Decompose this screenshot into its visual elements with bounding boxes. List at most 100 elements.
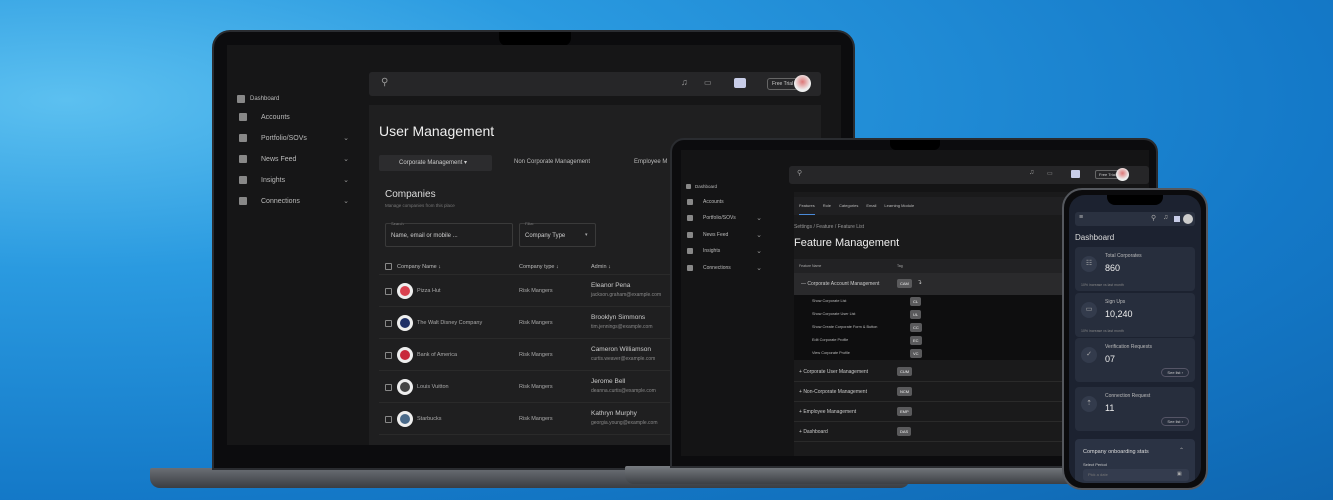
feature-name: Corporate User Management: [803, 369, 869, 375]
tab-learning-module[interactable]: Learning Module: [884, 203, 914, 215]
flag-icon[interactable]: [1071, 170, 1080, 178]
filter-label: Filter: [525, 221, 534, 226]
stat-title: Total Corporates: [1105, 253, 1142, 259]
table-row[interactable]: Bank of America Risk Mangers Cameron Wil…: [379, 339, 679, 371]
search-icon[interactable]: ⚲: [797, 169, 802, 177]
flag-icon[interactable]: [1174, 216, 1180, 222]
sidebar-item-dashboard[interactable]: Dashboard: [237, 95, 347, 103]
tab-non-corporate-management[interactable]: Non Corporate Management: [514, 159, 590, 165]
stat-card: ☷ Total Corporates 860 10% increase vs last…: [1075, 247, 1195, 291]
stat-icon: ✓: [1081, 347, 1097, 363]
menu-icon[interactable]: ≡: [1079, 214, 1083, 221]
sidebar-item-connections[interactable]: Connections ⌄: [687, 265, 762, 272]
bell-icon[interactable]: ♫: [1163, 214, 1168, 221]
admin-email: deanna.curtis@example.com: [591, 388, 656, 394]
calendar-icon: ▣: [1177, 471, 1182, 477]
tab-corporate-management[interactable]: Corporate Management ▾: [379, 155, 492, 171]
company-type-filter[interactable]: Filter Company Type ▾: [519, 221, 596, 247]
tab-features[interactable]: Features: [799, 203, 815, 215]
companies-table: Company Name ↓ Company type ↓ Admin ↓ Pi…: [379, 257, 689, 445]
stats-title: Company onboarding stats: [1083, 449, 1149, 455]
see-list-button[interactable]: See list ›: [1161, 417, 1189, 426]
stat-icon: ⇡: [1081, 396, 1097, 412]
camera-notch: [890, 140, 940, 150]
row-checkbox[interactable]: [385, 320, 392, 327]
table-row[interactable]: Louis Vuitton Risk Mangers Jerome Bell d…: [379, 371, 679, 403]
see-list-button[interactable]: See list ›: [1161, 368, 1189, 377]
stat-title: Verification Requests: [1105, 344, 1152, 350]
feature-tag: UL: [910, 310, 922, 319]
sidebar-label: Portfolio/SOVs: [261, 134, 307, 142]
admin-name: Jerome Bell: [591, 378, 626, 385]
tab-email[interactable]: Email: [866, 203, 876, 215]
date-picker[interactable]: Pick a date ▣: [1083, 469, 1189, 481]
insights-icon: [687, 248, 693, 254]
stat-card: ▭ Sign Ups 10,240 10% increase vs last mont…: [1075, 293, 1195, 337]
sidebar-item-accounts[interactable]: Accounts: [687, 199, 762, 205]
sidebar-item-portfolio[interactable]: Portfolio/SOVs ⌄: [687, 215, 762, 222]
bell-icon[interactable]: ♫: [681, 77, 688, 87]
page-title: User Management: [379, 123, 495, 139]
search-icon[interactable]: ⚲: [1151, 214, 1156, 222]
company-type: Risk Mangers: [519, 320, 553, 326]
page-title: Feature Management: [794, 237, 900, 249]
row-checkbox[interactable]: [385, 416, 392, 423]
column-admin[interactable]: Admin ↓: [591, 264, 611, 270]
drag-icon[interactable]: ↴: [917, 279, 922, 286]
page-title: Dashboard: [1075, 233, 1115, 242]
sidebar-item-connections[interactable]: Connections ⌄: [239, 197, 349, 205]
stat-value: 860: [1105, 263, 1121, 273]
sidebar-label: News Feed: [261, 155, 297, 163]
building-icon: [239, 113, 247, 121]
chat-icon[interactable]: ▭: [704, 78, 712, 87]
admin-email: tim.jennings@example.com: [591, 324, 653, 330]
table-row[interactable]: Starbucks Risk Mangers Kathryn Murphy ge…: [379, 403, 679, 435]
company-name: Starbucks: [417, 416, 442, 422]
company-name: Louis Vuitton: [417, 384, 449, 390]
avatar[interactable]: [1116, 168, 1129, 181]
sidebar-label: Accounts: [261, 113, 290, 121]
bell-icon[interactable]: ♫: [1029, 169, 1034, 176]
company-type: Risk Mangers: [519, 352, 553, 358]
sidebar-item-insights[interactable]: Insights ⌄: [239, 176, 349, 184]
chevron-down-icon: ⌄: [343, 156, 349, 163]
feature-name: Dashboard: [803, 429, 828, 435]
search-icon[interactable]: ⚲: [381, 77, 388, 88]
admin-email: jackson.graham@example.com: [591, 292, 662, 298]
sidebar-item-insights[interactable]: Insights ⌄: [687, 248, 762, 255]
stat-value: 11: [1105, 403, 1115, 413]
sidebar-item-dashboard[interactable]: Dashboard: [686, 184, 761, 189]
table-row[interactable]: The Walt Disney Company Risk Mangers Bro…: [379, 307, 679, 339]
dynamic-island: [1107, 195, 1163, 205]
tab-role[interactable]: Role: [823, 203, 831, 215]
flag-icon[interactable]: [734, 78, 746, 88]
table-header: Company Name ↓ Company type ↓ Admin ↓: [379, 257, 679, 275]
avatar[interactable]: [794, 75, 811, 92]
mobile-top-bar: ≡ ⚲ ♫: [1075, 212, 1195, 226]
feature-name: Edit Corporate Profile: [812, 338, 849, 342]
feature-tag: NCM: [897, 387, 913, 396]
row-checkbox[interactable]: [385, 352, 392, 359]
feature-name: Show Corporate User List: [812, 312, 856, 316]
mobile-dashboard-screen: ≡ ⚲ ♫ Dashboard ☷ Total Corporates 860 10% …: [1069, 195, 1201, 483]
sidebar-item-accounts[interactable]: Accounts: [239, 113, 349, 121]
column-company-type[interactable]: Company type ↓: [519, 264, 559, 270]
avatar[interactable]: [1183, 214, 1193, 224]
company-name: The Walt Disney Company: [417, 320, 483, 326]
search-input[interactable]: Search Name, email or mobile ...: [385, 221, 513, 247]
row-checkbox[interactable]: [385, 288, 392, 295]
row-checkbox[interactable]: [385, 384, 392, 391]
sidebar-item-news-feed[interactable]: News Feed ⌄: [239, 155, 349, 163]
admin-email: georgia.young@example.com: [591, 420, 658, 426]
select-all-checkbox[interactable]: [385, 263, 392, 270]
people-icon: [239, 197, 247, 205]
tab-employee-management[interactable]: Employee M: [634, 159, 667, 165]
tab-categories[interactable]: Categories: [839, 203, 858, 215]
collapse-icon[interactable]: ⌃: [1179, 447, 1184, 454]
sidebar-item-news-feed[interactable]: News Feed ⌄: [687, 232, 762, 239]
column-company-name[interactable]: Company Name ↓: [397, 264, 441, 270]
chat-icon[interactable]: ▭: [1047, 170, 1053, 177]
sidebar-label: Accounts: [703, 199, 724, 205]
table-row[interactable]: Pizza Hut Risk Mangers Eleanor Pena jack…: [379, 275, 679, 307]
sidebar-item-portfolio[interactable]: Portfolio/SOVs ⌄: [239, 134, 349, 142]
